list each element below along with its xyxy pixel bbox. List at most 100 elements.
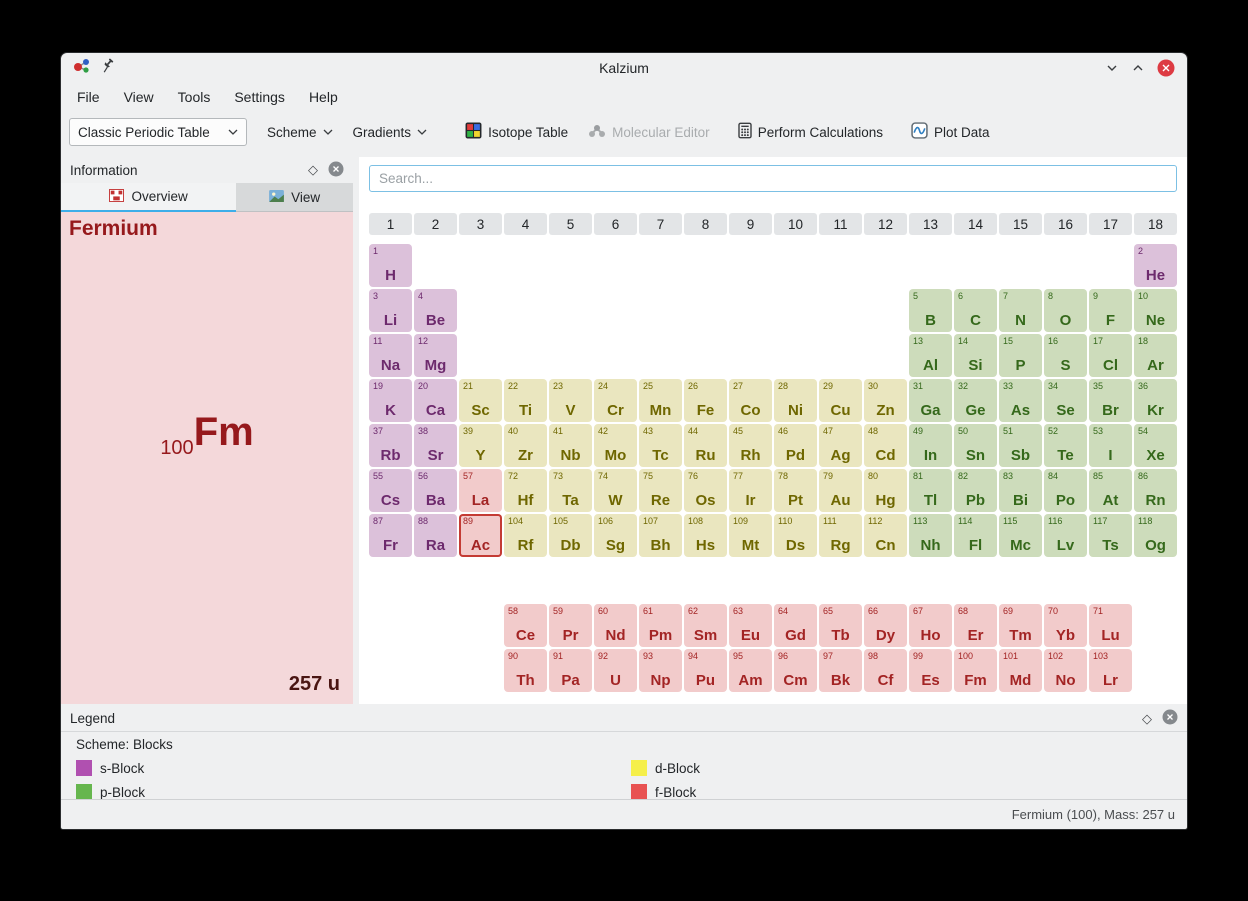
element-cell-pr[interactable]: 59Pr xyxy=(549,604,592,647)
element-cell-ce[interactable]: 58Ce xyxy=(504,604,547,647)
pin-icon[interactable] xyxy=(101,58,115,78)
element-cell-fl[interactable]: 114Fl xyxy=(954,514,997,557)
group-header-17[interactable]: 17 xyxy=(1089,213,1132,235)
minimize-button[interactable] xyxy=(1105,61,1119,75)
element-cell-db[interactable]: 105Db xyxy=(549,514,592,557)
element-cell-rg[interactable]: 111Rg xyxy=(819,514,862,557)
element-cell-f[interactable]: 9F xyxy=(1089,289,1132,332)
element-cell-y[interactable]: 39Y xyxy=(459,424,502,467)
element-cell-po[interactable]: 84Po xyxy=(1044,469,1087,512)
element-cell-at[interactable]: 85At xyxy=(1089,469,1132,512)
element-cell-v[interactable]: 23V xyxy=(549,379,592,422)
element-cell-li[interactable]: 3Li xyxy=(369,289,412,332)
element-cell-bk[interactable]: 97Bk xyxy=(819,649,862,692)
element-cell-pb[interactable]: 82Pb xyxy=(954,469,997,512)
element-cell-ta[interactable]: 73Ta xyxy=(549,469,592,512)
element-cell-pa[interactable]: 91Pa xyxy=(549,649,592,692)
element-cell-zr[interactable]: 40Zr xyxy=(504,424,547,467)
element-cell-lr[interactable]: 103Lr xyxy=(1089,649,1132,692)
element-cell-he[interactable]: 2He xyxy=(1134,244,1177,287)
element-cell-w[interactable]: 74W xyxy=(594,469,637,512)
element-cell-ge[interactable]: 32Ge xyxy=(954,379,997,422)
group-header-7[interactable]: 7 xyxy=(639,213,682,235)
element-cell-sb[interactable]: 51Sb xyxy=(999,424,1042,467)
element-cell-eu[interactable]: 63Eu xyxy=(729,604,772,647)
element-cell-cd[interactable]: 48Cd xyxy=(864,424,907,467)
element-cell-rf[interactable]: 104Rf xyxy=(504,514,547,557)
element-cell-tl[interactable]: 81Tl xyxy=(909,469,952,512)
element-cell-as[interactable]: 33As xyxy=(999,379,1042,422)
maximize-button[interactable] xyxy=(1131,61,1145,75)
element-cell-th[interactable]: 90Th xyxy=(504,649,547,692)
element-cell-dy[interactable]: 66Dy xyxy=(864,604,907,647)
element-cell-rn[interactable]: 86Rn xyxy=(1134,469,1177,512)
element-cell-ne[interactable]: 10Ne xyxy=(1134,289,1177,332)
element-cell-c[interactable]: 6C xyxy=(954,289,997,332)
element-cell-mo[interactable]: 42Mo xyxy=(594,424,637,467)
element-cell-es[interactable]: 99Es xyxy=(909,649,952,692)
menu-settings[interactable]: Settings xyxy=(224,86,295,108)
element-cell-cf[interactable]: 98Cf xyxy=(864,649,907,692)
element-cell-mg[interactable]: 12Mg xyxy=(414,334,457,377)
element-cell-lu[interactable]: 71Lu xyxy=(1089,604,1132,647)
scheme-button[interactable]: Scheme xyxy=(267,125,333,140)
element-cell-mn[interactable]: 25Mn xyxy=(639,379,682,422)
element-cell-tm[interactable]: 69Tm xyxy=(999,604,1042,647)
element-cell-rb[interactable]: 37Rb xyxy=(369,424,412,467)
element-cell-ho[interactable]: 67Ho xyxy=(909,604,952,647)
element-cell-co[interactable]: 27Co xyxy=(729,379,772,422)
element-cell-cu[interactable]: 29Cu xyxy=(819,379,862,422)
element-cell-ti[interactable]: 22Ti xyxy=(504,379,547,422)
element-cell-np[interactable]: 93Np xyxy=(639,649,682,692)
element-cell-sc[interactable]: 21Sc xyxy=(459,379,502,422)
element-cell-ca[interactable]: 20Ca xyxy=(414,379,457,422)
element-cell-tb[interactable]: 65Tb xyxy=(819,604,862,647)
element-cell-ru[interactable]: 44Ru xyxy=(684,424,727,467)
element-cell-al[interactable]: 13Al xyxy=(909,334,952,377)
element-cell-fe[interactable]: 26Fe xyxy=(684,379,727,422)
element-cell-b[interactable]: 5B xyxy=(909,289,952,332)
gradients-button[interactable]: Gradients xyxy=(353,125,428,140)
group-header-4[interactable]: 4 xyxy=(504,213,547,235)
group-header-6[interactable]: 6 xyxy=(594,213,637,235)
close-dock-icon[interactable] xyxy=(1162,709,1178,728)
element-cell-tc[interactable]: 43Tc xyxy=(639,424,682,467)
element-cell-ni[interactable]: 28Ni xyxy=(774,379,817,422)
group-header-1[interactable]: 1 xyxy=(369,213,412,235)
element-cell-cr[interactable]: 24Cr xyxy=(594,379,637,422)
element-cell-be[interactable]: 4Be xyxy=(414,289,457,332)
group-header-16[interactable]: 16 xyxy=(1044,213,1087,235)
float-dock-icon[interactable]: ◇ xyxy=(1142,711,1152,727)
element-cell-ac[interactable]: 89Ac xyxy=(459,514,502,557)
element-cell-xe[interactable]: 54Xe xyxy=(1134,424,1177,467)
element-cell-in[interactable]: 49In xyxy=(909,424,952,467)
element-cell-cn[interactable]: 112Cn xyxy=(864,514,907,557)
element-cell-la[interactable]: 57La xyxy=(459,469,502,512)
element-cell-os[interactable]: 76Os xyxy=(684,469,727,512)
element-cell-au[interactable]: 79Au xyxy=(819,469,862,512)
element-cell-ar[interactable]: 18Ar xyxy=(1134,334,1177,377)
group-header-9[interactable]: 9 xyxy=(729,213,772,235)
element-cell-nd[interactable]: 60Nd xyxy=(594,604,637,647)
plot-data-button[interactable]: Plot Data xyxy=(911,122,990,142)
element-cell-i[interactable]: 53I xyxy=(1089,424,1132,467)
element-cell-ba[interactable]: 56Ba xyxy=(414,469,457,512)
menu-tools[interactable]: Tools xyxy=(168,86,221,108)
close-dock-icon[interactable] xyxy=(328,161,344,180)
element-cell-k[interactable]: 19K xyxy=(369,379,412,422)
group-header-5[interactable]: 5 xyxy=(549,213,592,235)
group-header-3[interactable]: 3 xyxy=(459,213,502,235)
element-cell-hs[interactable]: 108Hs xyxy=(684,514,727,557)
search-input[interactable] xyxy=(369,165,1177,192)
element-cell-yb[interactable]: 70Yb xyxy=(1044,604,1087,647)
element-cell-ra[interactable]: 88Ra xyxy=(414,514,457,557)
element-cell-u[interactable]: 92U xyxy=(594,649,637,692)
element-cell-am[interactable]: 95Am xyxy=(729,649,772,692)
element-cell-cm[interactable]: 96Cm xyxy=(774,649,817,692)
element-cell-ga[interactable]: 31Ga xyxy=(909,379,952,422)
menu-view[interactable]: View xyxy=(114,86,164,108)
element-cell-hf[interactable]: 72Hf xyxy=(504,469,547,512)
element-cell-se[interactable]: 34Se xyxy=(1044,379,1087,422)
element-cell-fm[interactable]: 100Fm xyxy=(954,649,997,692)
element-cell-pm[interactable]: 61Pm xyxy=(639,604,682,647)
